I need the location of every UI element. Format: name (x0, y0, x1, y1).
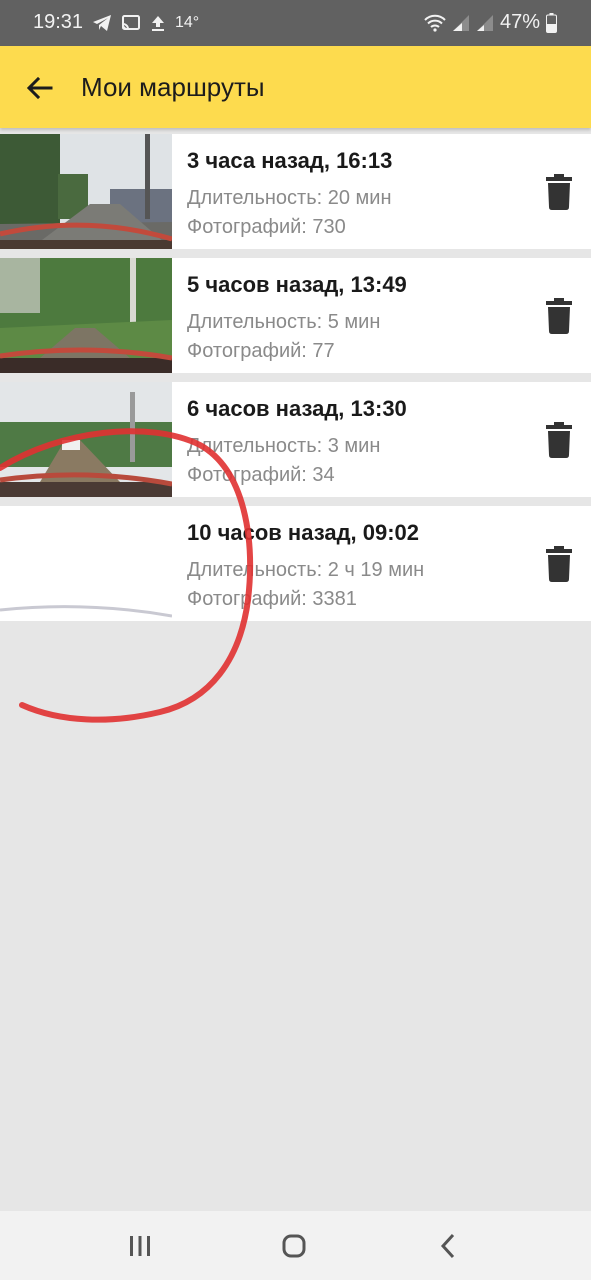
delete-button[interactable] (540, 544, 578, 584)
delete-button[interactable] (540, 296, 578, 336)
delete-button[interactable] (540, 172, 578, 212)
system-back-button[interactable] (428, 1231, 468, 1261)
route-photo-count: Фотографий: 730 (187, 216, 346, 238)
trash-icon (546, 546, 572, 582)
route-list: 3 часа назад, 16:13 Длительность: 20 мин… (0, 134, 591, 630)
route-duration: Длительность: 20 мин (187, 187, 392, 209)
navigation-bar (0, 1211, 591, 1280)
notification-icons: 14° (92, 12, 199, 34)
page-title: Мои маршруты (81, 72, 265, 102)
route-duration: Длительность: 3 мин (187, 435, 381, 457)
recent-apps-icon (130, 1236, 150, 1256)
signal-2-icon (476, 14, 493, 31)
home-icon (282, 1234, 306, 1258)
signal-icon (452, 14, 469, 31)
route-title: 10 часов назад, 09:02 (187, 520, 420, 545)
trash-icon (546, 298, 572, 334)
telegram-icon (93, 15, 111, 31)
route-item[interactable]: 5 часов назад, 13:49 Длительность: 5 мин… (0, 258, 591, 373)
route-item[interactable]: 3 часа назад, 16:13 Длительность: 20 мин… (0, 134, 591, 249)
route-photo-count: Фотографий: 3381 (187, 588, 357, 610)
route-title: 6 часов назад, 13:30 (187, 396, 407, 421)
route-thumbnail (0, 258, 172, 373)
system-status: 47% (424, 11, 557, 34)
recent-apps-button[interactable] (120, 1231, 160, 1261)
route-item[interactable]: 6 часов назад, 13:30 Длительность: 3 мин… (0, 382, 591, 497)
back-icon (440, 1233, 455, 1259)
cast-icon (122, 15, 140, 30)
delete-button[interactable] (540, 420, 578, 460)
trash-icon (546, 422, 572, 458)
route-title: 5 часов назад, 13:49 (187, 272, 407, 297)
upload-icon (152, 16, 164, 31)
wifi-icon (424, 14, 446, 32)
arrow-left-icon (27, 77, 53, 99)
back-button[interactable] (22, 70, 58, 106)
status-time: 19:31 (33, 11, 84, 33)
route-item[interactable]: 10 часов назад, 09:02 Длительность: 2 ч … (0, 506, 591, 621)
battery-percent: 47% (499, 11, 540, 33)
route-duration: Длительность: 5 мин (187, 311, 381, 333)
route-thumbnail (0, 382, 172, 497)
app-bar: Мои маршруты (0, 46, 591, 128)
route-photo-count: Фотографий: 34 (187, 464, 335, 486)
weather-temperature: 14° (175, 14, 200, 31)
battery-icon (546, 12, 557, 33)
route-photo-count: Фотографий: 77 (187, 340, 335, 362)
trash-icon (546, 174, 572, 210)
route-thumbnail (0, 506, 172, 621)
status-bar: 19:31 14° 47% (0, 0, 591, 46)
route-title: 3 часа назад, 16:13 (187, 148, 393, 173)
route-thumbnail (0, 134, 172, 249)
home-button[interactable] (274, 1231, 314, 1261)
route-duration: Длительность: 2 ч 19 мин (187, 559, 425, 581)
